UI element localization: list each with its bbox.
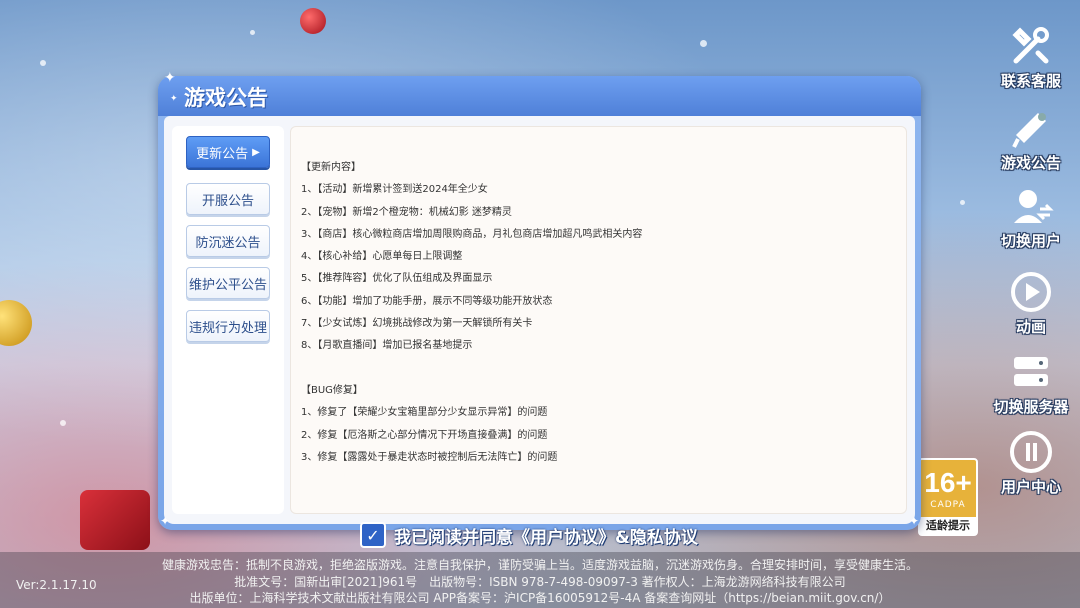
list-item: 7、【少女试炼】幻境挑战修改为第一天解锁所有关卡 (301, 318, 533, 330)
dialog-body: 更新公告 ▶ 开服公告 防沉迷公告 维护公平公告 违规行为处理 【更新内容】 1… (164, 116, 915, 524)
sidebar-label: 用户中心 (1000, 478, 1061, 496)
age-rating-tip: 适龄提示 (920, 517, 976, 534)
announcement-content: 【更新内容】 1、【活动】新增累计签到送2024年全少女 2、【宠物】新增2个橙… (301, 157, 896, 469)
dialog-header: ✦ ✦ 游戏公告 (158, 70, 921, 116)
approval-info: 批准文号：国新出审[2021]961号 出版物号：ISBN 978-7-498-… (234, 575, 846, 589)
list-item: 5、【推荐阵容】优化了队伍组成及界面显示 (301, 273, 493, 285)
sidebar-switch-user[interactable]: 切换用户 (988, 182, 1074, 251)
sidebar-label: 切换用户 (1000, 232, 1061, 250)
list-item: 8、【月歌直播间】增加已报名基地提示 (301, 340, 473, 352)
tab-label: 开服公告 (201, 193, 254, 209)
sidebar-contact-support[interactable]: 联系客服 (988, 22, 1074, 91)
sidebar-switch-server[interactable]: 切换服务器 (988, 348, 1074, 417)
tab-update-announcement[interactable]: 更新公告 ▶ (186, 136, 270, 168)
list-item: 1、修复了【荣耀少女宝箱里部分少女显示异常】的问题 (301, 407, 548, 419)
age-rating-badge[interactable]: 16+ CADPA 适龄提示 (918, 458, 978, 536)
tab-label: 维护公平公告 (188, 277, 267, 293)
sidebar-game-announcement[interactable]: 游戏公告 (988, 104, 1074, 173)
arrow-right-icon: ▶ (252, 146, 260, 158)
announcement-content-panel[interactable]: 【更新内容】 1、【活动】新增累计签到送2024年全少女 2、【宠物】新增2个橙… (290, 126, 907, 514)
sparkle-icon: ✦ (908, 514, 919, 528)
sparkle-icon: ✦ (160, 514, 171, 528)
tabs-panel: 更新公告 ▶ 开服公告 防沉迷公告 维护公平公告 违规行为处理 (172, 126, 284, 514)
sparkle-icon: ✦ (164, 70, 176, 86)
list-item: 3、【商店】核心微粒商店增加周限购商品，月礼包商店增加超凡鸣武相关内容 (301, 228, 643, 240)
version-label: Ver:2.1.17.10 (16, 578, 97, 592)
tab-label: 更新公告 (196, 146, 249, 162)
list-item: 4、【核心补给】心愿单每日上限调整 (301, 251, 463, 263)
sidebar-animation[interactable]: 动画 (988, 268, 1074, 337)
list-item: 2、【宠物】新增2个橙宠物：机械幻影 迷梦精灵 (301, 206, 512, 218)
tab-anti-addiction-announcement[interactable]: 防沉迷公告 (186, 225, 270, 257)
tab-server-open-announcement[interactable]: 开服公告 (186, 183, 270, 215)
sidebar-label: 切换服务器 (993, 398, 1069, 416)
tab-label: 违规行为处理 (188, 320, 267, 336)
dialog-title: 游戏公告 (184, 86, 268, 110)
sidebar-label: 联系客服 (1000, 72, 1061, 90)
switch-user-icon (1005, 182, 1057, 230)
section-title: 【BUG修复】 (301, 384, 363, 396)
announcement-dialog: ✦ ✦ 游戏公告 更新公告 ▶ 开服公告 防沉迷公告 维护公平公告 违规行为处理 (158, 70, 921, 530)
age-rating-org: CADPA (930, 500, 966, 510)
user-center-icon (1005, 428, 1057, 476)
section-title: 【更新内容】 (301, 162, 361, 173)
sparkle-icon: ✦ (170, 94, 178, 104)
tab-fairness-announcement[interactable]: 维护公平公告 (186, 267, 270, 299)
play-icon (1005, 268, 1057, 316)
agreement-row[interactable]: ✓ 我已阅读并同意《用户协议》&隐私协议 (360, 522, 698, 548)
footer: 健康游戏忠告：抵制不良游戏，拒绝盗版游戏。注意自我保护，谨防受骗上当。适度游戏益… (0, 552, 1080, 608)
tab-violation-handling[interactable]: 违规行为处理 (186, 310, 270, 342)
sidebar-label: 动画 (1015, 318, 1046, 336)
list-item: 2、修复【厄洛斯之心部分情况下开场直接叠满】的问题 (301, 429, 548, 441)
publisher-info[interactable]: 出版单位：上海科学技术文献出版社有限公司 APP备案号：沪ICP备1600591… (0, 589, 1080, 606)
sidebar-label: 游戏公告 (1000, 154, 1061, 172)
server-icon (1005, 348, 1057, 396)
health-advice: 健康游戏忠告：抵制不良游戏，拒绝盗版游戏。注意自我保护，谨防受骗上当。适度游戏益… (161, 558, 918, 572)
agreement-text[interactable]: 我已阅读并同意《用户协议》&隐私协议 (394, 523, 698, 548)
wrench-icon (1005, 22, 1057, 70)
list-item: 1、【活动】新增累计签到送2024年全少女 (301, 184, 488, 196)
list-item: 3、修复【露露处于暴走状态时被控制后无法阵亡】的问题 (301, 451, 558, 463)
list-item: 6、【功能】增加了功能手册，展示不同等级功能开放状态 (301, 295, 553, 307)
sidebar-user-center[interactable]: 用户中心 (988, 428, 1074, 497)
tab-label: 防沉迷公告 (195, 235, 261, 251)
megaphone-icon (1005, 104, 1057, 152)
agreement-checkbox[interactable]: ✓ (360, 522, 386, 548)
age-rating: 16+ (924, 467, 972, 498)
